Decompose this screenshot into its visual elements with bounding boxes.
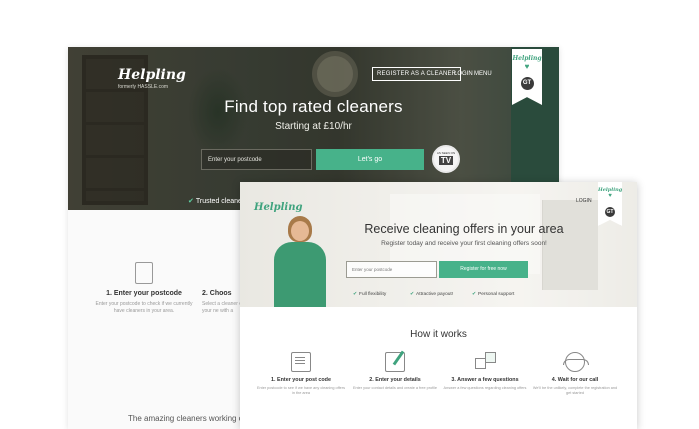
postcode-input[interactable]: Enter your postcode — [201, 149, 312, 170]
step-title: 3. Answer a few questions — [451, 377, 519, 383]
heart-icon: ♥ — [608, 193, 612, 199]
heart-icon: ♥ — [524, 62, 530, 71]
step-desc: Enter postcode to see if we have any cle… — [257, 386, 345, 396]
postcode-input[interactable]: Enter your postcode — [346, 261, 437, 278]
logo[interactable]: Helpling — [254, 202, 302, 213]
register-as-cleaner-button[interactable]: REGISTER AS A CLEANER — [372, 67, 462, 81]
gt-badge-icon: GT — [520, 77, 534, 90]
amazing-cleaners-heading: The amazing cleaners working on — [128, 414, 248, 423]
front-hero: Helpling LOGIN Helpling ♥ GT Receive cle… — [240, 182, 637, 307]
feature-label: Full flexibility — [359, 292, 387, 297]
step-title: 4. Wait for our call — [551, 377, 599, 383]
step-postcode: 1. Enter your postcode Enter your postco… — [94, 262, 194, 315]
step-questions: 3. Answer a few questions Answer a few q… — [440, 352, 530, 391]
step-desc: Enter your contact details and create a … — [352, 386, 437, 390]
check-icon: ✔ — [188, 198, 194, 205]
step-details: 2. Enter your details Enter your contact… — [350, 352, 440, 391]
check-icon: ✔ — [353, 292, 358, 297]
details-form-icon — [385, 352, 405, 372]
logo[interactable]: Helpling — [118, 67, 186, 83]
step-call: 4. Wait for our call We'll be the unlike… — [530, 352, 620, 396]
lets-go-button[interactable]: Let's go — [316, 149, 424, 170]
step-desc: We'll be the unlikely, complete the regi… — [532, 386, 618, 396]
check-icon: ✔ — [472, 292, 477, 297]
feature-item: ✔ Attractive payout! — [410, 292, 453, 297]
trusted-label: Trusted cleaner — [195, 198, 245, 205]
feature-label: Attractive payout! — [416, 292, 454, 297]
tv-icon: TV — [439, 156, 453, 165]
logo-subtitle: formerly HASSLE.com — [118, 84, 169, 90]
login-link[interactable]: LOGIN — [454, 71, 473, 77]
postcode-form-icon — [291, 352, 311, 372]
brand-ribbon: Helpling ♥ GT — [598, 182, 622, 226]
gt-badge-icon: GT — [605, 207, 615, 217]
step-post-code: 1. Enter your post code Enter postcode t… — [256, 352, 346, 396]
menu-link[interactable]: MENU — [474, 71, 492, 77]
hero-subtitle: Register today and receive your first cl… — [381, 240, 547, 247]
front-page-screenshot: Helpling LOGIN Helpling ♥ GT Receive cle… — [240, 182, 637, 429]
as-seen-on-tv-badge: AS SEEN ON TV — [432, 145, 460, 173]
trusted-cleaners-text: ✔ Trusted cleaner — [188, 197, 244, 205]
step-title: 1. Enter your postcode — [106, 290, 182, 297]
hero-title: Receive cleaning offers in your area — [364, 222, 564, 236]
feature-item: ✔ Personal support — [472, 292, 514, 297]
promo-composite: Helpling formerly HASSLE.com REGISTER AS… — [0, 0, 699, 429]
feature-item: ✔ Full flexibility — [353, 292, 386, 297]
ribbon-brand: Helpling — [512, 55, 542, 62]
step-title: 2. Enter your details — [369, 377, 421, 383]
hero-title: Find top rated cleaners — [224, 97, 403, 116]
questions-icon — [475, 352, 496, 372]
phone-icon — [135, 262, 153, 284]
login-link[interactable]: LOGIN — [576, 198, 592, 204]
tv-badge-caption: AS SEEN ON — [436, 151, 456, 155]
feature-label: Personal support — [478, 292, 515, 297]
step-desc: Answer a few questions regarding cleanin… — [443, 386, 527, 390]
cleaner-photo — [270, 216, 330, 307]
step-desc: Enter your postcode to check if we curre… — [95, 301, 193, 314]
headset-icon — [563, 352, 589, 372]
step-title: 1. Enter your post code — [271, 377, 331, 383]
check-icon: ✔ — [410, 292, 415, 297]
register-free-button[interactable]: Register for free now — [439, 261, 528, 278]
how-it-works-heading: How it works — [410, 329, 467, 340]
hero-subtitle: Starting at £10/hr — [275, 121, 352, 132]
